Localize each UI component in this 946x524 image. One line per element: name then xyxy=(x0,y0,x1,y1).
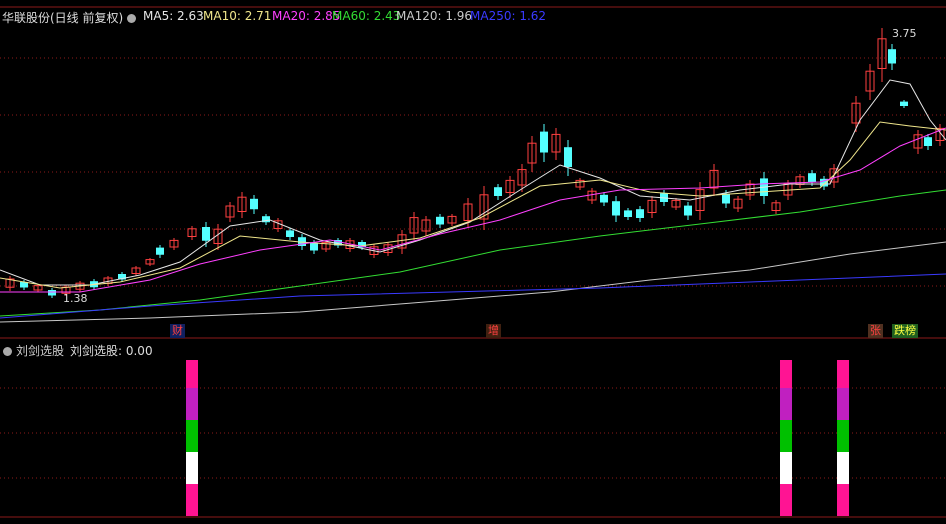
candle-body xyxy=(494,187,502,196)
indicator-bar xyxy=(186,452,198,484)
ma-legend-item: MA10: 2.71 xyxy=(203,9,272,23)
candle-body xyxy=(924,137,932,146)
ma250-line xyxy=(0,273,946,319)
ma20-line xyxy=(0,127,946,293)
candle-body xyxy=(624,210,632,217)
ma120-line xyxy=(0,241,946,323)
ma-legend-item: MA5: 2.63 xyxy=(143,9,204,23)
indicator-bar xyxy=(186,388,198,420)
ma-legend-item: MA120: 1.96 xyxy=(396,9,473,23)
candle-body xyxy=(202,227,210,241)
indicator-bar xyxy=(837,388,849,420)
tag-increase[interactable]: 增 xyxy=(486,324,501,338)
ma10-line xyxy=(0,121,946,289)
low-price-label: 1.38 xyxy=(63,292,88,305)
chart-canvas xyxy=(0,6,946,518)
candle-body xyxy=(48,290,56,296)
candle-body xyxy=(156,247,164,255)
candle-body xyxy=(612,201,620,216)
indicator-name: 刘剑选股 xyxy=(16,344,65,358)
settings-circle-icon[interactable] xyxy=(3,347,12,356)
tag-limit[interactable]: 张 xyxy=(868,324,883,338)
candle-body xyxy=(722,193,730,204)
indicator-bar xyxy=(837,452,849,484)
indicator-bar xyxy=(780,420,792,452)
indicator-bar xyxy=(837,484,849,516)
indicator-bar xyxy=(186,420,198,452)
candle-body xyxy=(600,194,608,203)
indicator-value: 刘剑选股: 0.00 xyxy=(70,344,153,358)
chart-legend: 华联股份(日线 前复权) xyxy=(2,9,140,26)
high-price-label: 3.75 xyxy=(892,27,917,40)
candle-body xyxy=(564,147,572,167)
ma-legend-item: MA250: 1.62 xyxy=(470,9,547,23)
candle-body xyxy=(310,242,318,251)
indicator-title: 刘剑选股 xyxy=(3,342,64,359)
ma-legend-item: MA60: 2.43 xyxy=(332,9,401,23)
indicator-bar xyxy=(837,360,849,388)
candle-body xyxy=(286,230,294,237)
settings-circle-icon[interactable] xyxy=(127,14,137,23)
indicator-bar xyxy=(837,420,849,452)
tag-ranking[interactable]: 跌榜 xyxy=(892,324,918,338)
tag-financial[interactable]: 财 xyxy=(170,324,185,338)
ma60-line xyxy=(0,189,946,317)
candle-body xyxy=(250,198,258,210)
candle-body xyxy=(900,101,908,106)
indicator-bar xyxy=(780,484,792,516)
candle-body xyxy=(684,205,692,216)
candle-body xyxy=(808,173,816,182)
candle-body xyxy=(540,131,548,153)
indicator-bar xyxy=(780,388,792,420)
indicator-bar xyxy=(780,360,792,388)
ma-legend-item: MA20: 2.85 xyxy=(272,9,341,23)
indicator-bar xyxy=(780,452,792,484)
stock-title[interactable]: 华联股份(日线 前复权) xyxy=(2,11,123,25)
candle-body xyxy=(888,49,896,64)
indicator-bar xyxy=(186,484,198,516)
candle-body xyxy=(436,216,444,225)
candle-body xyxy=(636,209,644,218)
indicator-bar xyxy=(186,360,198,388)
